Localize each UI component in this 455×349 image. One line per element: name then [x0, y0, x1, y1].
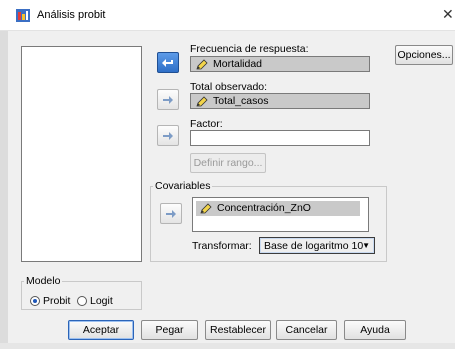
- window-title: Análisis probit: [37, 9, 106, 21]
- options-button[interactable]: Opciones...: [395, 45, 453, 65]
- response-freq-field[interactable]: Mortalidad: [190, 56, 370, 72]
- probit-radio[interactable]: Probit: [30, 295, 70, 307]
- move-total-button[interactable]: [157, 89, 179, 110]
- app-icon: [16, 9, 30, 22]
- title-bar: Análisis probit ✕: [0, 0, 455, 31]
- covariates-list[interactable]: Concentración_ZnO: [192, 197, 369, 232]
- paste-button[interactable]: Pegar: [141, 320, 198, 340]
- covariate-value: Concentración_ZnO: [217, 202, 311, 214]
- right-arrow-icon: [166, 209, 176, 218]
- transform-label: Transformar:: [192, 240, 252, 252]
- pencil-icon: [196, 59, 208, 70]
- move-response-button[interactable]: [157, 52, 179, 73]
- window-frame-left: [0, 31, 8, 349]
- cancel-button[interactable]: Cancelar: [276, 320, 337, 340]
- ok-button[interactable]: Aceptar: [68, 320, 134, 340]
- right-arrow-icon: [163, 95, 173, 104]
- move-covariate-button[interactable]: [160, 203, 182, 224]
- window-frame-bottom: [0, 343, 455, 349]
- total-observed-field[interactable]: Total_casos: [190, 93, 370, 109]
- chevron-down-icon: ▼: [362, 241, 370, 250]
- list-item[interactable]: Concentración_ZnO: [196, 201, 360, 216]
- model-title: Modelo: [24, 275, 63, 287]
- pencil-icon: [200, 203, 212, 214]
- pencil-icon: [196, 96, 208, 107]
- total-observed-label: Total observado:: [190, 81, 268, 93]
- help-button[interactable]: Ayuda: [344, 320, 406, 340]
- total-observed-value: Total_casos: [213, 95, 269, 107]
- radio-unselected-icon: [77, 296, 87, 306]
- factor-field[interactable]: [190, 130, 370, 146]
- logit-radio[interactable]: Logit: [77, 295, 113, 307]
- response-freq-value: Mortalidad: [213, 58, 263, 70]
- factor-label: Factor:: [190, 118, 223, 130]
- variable-list[interactable]: [21, 46, 142, 262]
- left-arrow-icon: [162, 58, 173, 67]
- define-range-button[interactable]: Definir rango...: [190, 153, 266, 173]
- probit-label: Probit: [43, 295, 71, 307]
- covariates-title: Covariables: [153, 180, 213, 192]
- move-factor-button[interactable]: [157, 125, 179, 146]
- transform-value: Base de logaritmo 10: [264, 240, 364, 252]
- transform-select[interactable]: Base de logaritmo 10 ▼: [259, 237, 375, 254]
- response-freq-label: Frecuencia de respuesta:: [190, 43, 309, 55]
- reset-button[interactable]: Restablecer: [205, 320, 271, 340]
- radio-selected-icon: [30, 296, 40, 306]
- logit-label: Logit: [90, 295, 113, 307]
- close-icon[interactable]: ✕: [442, 6, 454, 23]
- right-arrow-icon: [163, 131, 173, 140]
